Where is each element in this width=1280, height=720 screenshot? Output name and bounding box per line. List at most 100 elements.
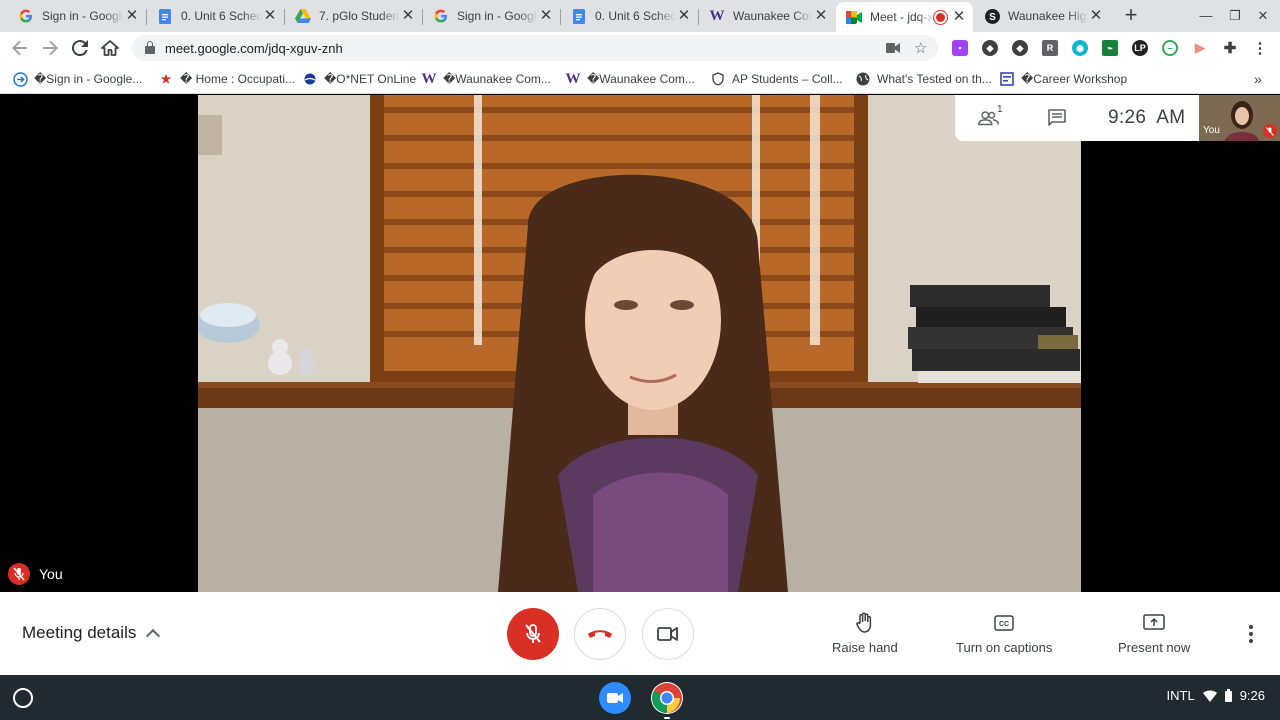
raise-hand-button[interactable]: Raise hand (832, 612, 898, 655)
mic-toggle-button[interactable] (507, 608, 559, 660)
present-now-button[interactable]: Present now (1118, 612, 1190, 655)
tab-waunakee-community[interactable]: W Waunakee Community ✕ (699, 2, 835, 30)
captions-label: Turn on captions (956, 640, 1053, 655)
tab-title: Sign in - Google Accounts (457, 9, 538, 23)
extensions-puzzle-icon[interactable]: ✚ (1222, 40, 1238, 57)
docs-icon (157, 8, 173, 24)
meeting-details-button[interactable]: Meeting details (22, 623, 161, 643)
tab-pglo-student[interactable]: 7. pGlo Student ✕ (285, 2, 423, 30)
bookmarks-bar: �Sign in - Google... ★ � Home : Occupati… (0, 64, 1280, 94)
browser-menu-icon[interactable]: ⋮ (1252, 40, 1268, 57)
close-icon[interactable]: ✕ (262, 8, 278, 24)
captions-button[interactable]: CC Turn on captions (956, 612, 1052, 655)
meet-top-bar: 1 9:26 AM (955, 95, 1199, 141)
recording-indicator-icon (936, 12, 945, 22)
bookmark-whats-tested[interactable]: What's Tested on th... (855, 70, 992, 88)
home-icon (101, 40, 119, 56)
more-options-icon[interactable] (1243, 625, 1259, 643)
bookmark-sign-in[interactable]: �Sign in - Google... (12, 70, 142, 88)
self-view-label: You (1203, 125, 1220, 136)
close-icon[interactable]: ✕ (400, 8, 416, 24)
restore-icon[interactable]: ❐ (1225, 6, 1245, 26)
present-screen-icon (1143, 612, 1165, 634)
camera-in-use-icon[interactable] (886, 35, 900, 61)
launcher-icon[interactable] (13, 688, 33, 708)
bookmark-label: �O*NET OnLine (324, 72, 417, 86)
wifi-icon (1202, 689, 1217, 702)
status-tray[interactable]: INTL 9:26 (1167, 688, 1265, 703)
extension-shield-2-icon[interactable]: ◆ (1012, 40, 1028, 56)
home-button[interactable] (98, 36, 122, 60)
extension-r-icon[interactable]: R (1042, 40, 1058, 56)
extension-green-circle-icon[interactable]: – (1162, 40, 1178, 56)
extension-puzzle-purple-icon[interactable]: ▪ (952, 40, 968, 56)
video-frame-image (198, 95, 1081, 592)
self-view-tile[interactable]: You (1199, 95, 1280, 141)
bookmark-label: AP Students – Coll... (732, 72, 843, 86)
extension-screencast-icon[interactable]: ▶ (1192, 40, 1208, 56)
close-icon[interactable]: ✕ (951, 9, 967, 25)
closed-captions-icon: CC (994, 612, 1014, 634)
tab-sign-in-1[interactable]: Sign in - Google Accounts ✕ (8, 2, 147, 30)
close-icon[interactable]: ✕ (813, 8, 829, 24)
tab-title: 0. Unit 6 Schedule (181, 9, 262, 23)
bookmark-label: �Sign in - Google... (34, 72, 143, 86)
bookmark-ap-students[interactable]: AP Students – Coll... (710, 70, 843, 88)
extension-lp-icon[interactable]: LP (1132, 40, 1148, 56)
chat-button[interactable] (1045, 108, 1069, 128)
forward-arrow-icon (43, 40, 58, 56)
close-icon[interactable]: ✕ (1088, 8, 1104, 24)
os-shelf: INTL 9:26 (0, 675, 1280, 720)
camera-toggle-button[interactable] (642, 608, 694, 660)
bookmark-onet[interactable]: �O*NET OnLine (302, 70, 416, 88)
minimize-icon[interactable]: — (1196, 6, 1216, 26)
tab-sign-in-2[interactable]: Sign in - Google Accounts ✕ (423, 2, 561, 30)
zoom-app-icon[interactable] (599, 682, 631, 714)
close-icon[interactable]: ✕ (124, 8, 140, 24)
bookmark-label: �Waunakee Com... (587, 72, 695, 86)
new-tab-button[interactable]: + (1119, 4, 1143, 28)
more-bookmarks-button[interactable]: » (1254, 70, 1262, 88)
extension-cast-icon[interactable]: ⌁ (1102, 40, 1118, 56)
forward-button[interactable] (38, 36, 62, 60)
bookmark-label: � Home : Occupati... (180, 72, 296, 86)
bookmark-career-workshop[interactable]: �Career Workshop (999, 70, 1127, 88)
participant-video (198, 95, 1081, 592)
chevron-up-icon (146, 628, 161, 643)
bookmark-waunakee-1[interactable]: W �Waunakee Com... (421, 70, 551, 88)
extension-globe-icon[interactable]: ◉ (1072, 40, 1088, 56)
people-button[interactable]: 1 (977, 104, 1003, 128)
bookmark-star-icon[interactable]: ☆ (914, 35, 927, 61)
tab-title: 7. pGlo Student (319, 9, 400, 23)
tab-meet-active[interactable]: Meet - jdq-xguv-znh ✕ (836, 2, 973, 32)
tab-title: 0. Unit 6 Schedule (595, 9, 676, 23)
running-indicator (664, 717, 670, 719)
address-bar[interactable]: meet.google.com/jdq-xguv-znh ☆ (132, 35, 938, 61)
tab-unit6-schedule-1[interactable]: 0. Unit 6 Schedule ✕ (147, 2, 285, 30)
back-button[interactable] (8, 36, 32, 60)
schoology-icon: S (984, 8, 1000, 24)
raise-hand-icon (856, 612, 874, 634)
tab-strip: Sign in - Google Accounts ✕ 0. Unit 6 Sc… (0, 0, 1280, 32)
reload-button[interactable] (68, 36, 92, 60)
sync-icon (12, 71, 28, 87)
battery-icon (1224, 689, 1232, 702)
waunakee-w-icon: W (421, 70, 437, 87)
drive-icon (295, 8, 311, 24)
tab-waunakee-high[interactable]: S Waunakee High ✕ (974, 2, 1110, 30)
leave-call-button[interactable] (574, 608, 626, 660)
close-icon[interactable]: ✕ (676, 8, 692, 24)
tab-unit6-schedule-2[interactable]: 0. Unit 6 Schedule ✕ (561, 2, 699, 30)
meet-icon (846, 9, 862, 25)
window-close-icon[interactable]: ✕ (1253, 6, 1273, 26)
bookmark-occupational[interactable]: ★ � Home : Occupati... (158, 70, 295, 88)
chrome-app-icon[interactable] (651, 682, 683, 719)
hang-up-icon (588, 630, 612, 638)
right-black-area (1081, 95, 1280, 592)
close-icon[interactable]: ✕ (538, 8, 554, 24)
bookmark-waunakee-2[interactable]: W �Waunakee Com... (565, 70, 695, 88)
extension-shield-icon[interactable]: ◆ (982, 40, 998, 56)
url-text: meet.google.com/jdq-xguv-znh (165, 40, 343, 56)
reload-icon (72, 40, 88, 56)
google-g-icon (18, 8, 34, 24)
